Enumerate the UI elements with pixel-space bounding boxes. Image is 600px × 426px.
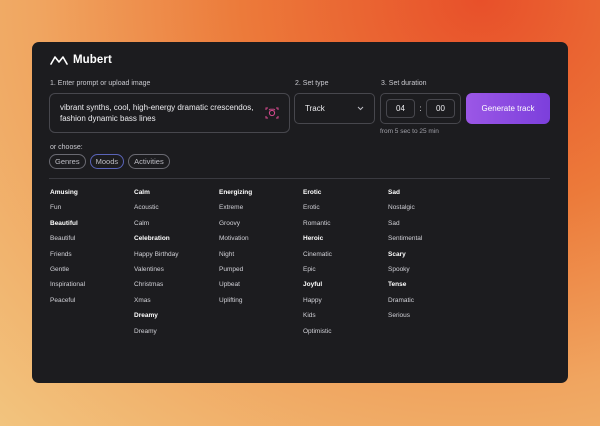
mood-group-heading: Tense xyxy=(388,281,407,289)
generator-panel: Mubert 1. Enter prompt or upload image 2… xyxy=(32,42,568,383)
mood-option[interactable]: Motivation xyxy=(219,234,303,249)
mood-option[interactable]: Uplifting xyxy=(219,296,303,311)
mood-option[interactable]: Friends xyxy=(50,250,134,265)
chip-activities[interactable]: Activities xyxy=(128,154,170,169)
mood-option[interactable]: Romantic xyxy=(303,219,387,234)
mood-option[interactable]: Peaceful xyxy=(50,296,134,311)
camera-icon[interactable] xyxy=(265,107,279,119)
prompt-input[interactable]: vibrant synths, cool, high-energy dramat… xyxy=(49,93,290,133)
mood-group-heading: Calm xyxy=(134,189,150,196)
duration-step-label: 3. Set duration xyxy=(381,80,427,87)
mood-option[interactable]: Xmas xyxy=(134,296,218,311)
mood-group-heading: Heroic xyxy=(303,235,324,243)
category-tabs: Genres Moods Activities xyxy=(49,154,170,169)
mood-option[interactable]: Epic xyxy=(303,265,387,280)
generate-track-button[interactable]: Generate track xyxy=(466,93,550,124)
mood-option[interactable]: Groovy xyxy=(219,219,303,234)
type-select[interactable]: Track xyxy=(294,93,375,124)
brand-name: Mubert xyxy=(73,54,112,66)
mood-option[interactable]: Fun xyxy=(50,203,134,218)
mood-group-heading: Energizing xyxy=(219,189,253,196)
mood-option[interactable]: Valentines xyxy=(134,265,218,280)
chevron-down-icon xyxy=(357,106,364,111)
divider xyxy=(49,178,550,179)
chip-moods[interactable]: Moods xyxy=(89,154,125,169)
mood-option[interactable]: Extreme xyxy=(219,203,303,218)
category-column: Amusing Fun Beautiful Beautiful Friends Gentl… xyxy=(50,188,134,311)
category-column: Calm Acoustic Calm Celebration Happy Birthda… xyxy=(134,188,218,342)
chip-genres[interactable]: Genres xyxy=(49,154,86,169)
mood-group-heading: Celebration xyxy=(134,235,170,243)
mood-option[interactable]: Happy xyxy=(303,296,387,311)
duration-input: 04 : 00 xyxy=(380,93,461,124)
category-column: Sad Nostalgic Sad Sentimental Scary Spooky Ten… xyxy=(388,188,472,327)
mood-option[interactable]: Kids xyxy=(303,311,387,326)
mood-option[interactable]: Calm xyxy=(134,219,218,234)
mood-option[interactable]: Gentle xyxy=(50,265,134,280)
mood-option[interactable]: Night xyxy=(219,250,303,265)
mood-option[interactable]: Sad xyxy=(388,219,472,234)
prompt-step-label: 1. Enter prompt or upload image xyxy=(50,80,151,87)
brand[interactable]: Mubert xyxy=(50,54,112,66)
mood-option[interactable]: Upbeat xyxy=(219,280,303,295)
mubert-logo-icon xyxy=(50,56,68,65)
mood-option[interactable]: Spooky xyxy=(388,265,472,280)
mood-group-heading: Erotic xyxy=(303,189,322,196)
category-column: Energizing Extreme Groovy Motivation Night Pu… xyxy=(219,188,303,311)
category-column: Erotic Erotic Romantic Heroic Cinematic Epic J… xyxy=(303,188,387,342)
mood-option[interactable]: Optimistic xyxy=(303,327,387,342)
mood-option[interactable]: Christmas xyxy=(134,280,218,295)
or-choose-label: or choose: xyxy=(50,144,83,151)
type-value: Track xyxy=(305,104,325,113)
mood-option[interactable]: Inspirational xyxy=(50,280,134,295)
duration-hint: from 5 sec to 25 min xyxy=(380,128,439,135)
mood-group-heading: Sad xyxy=(388,189,400,196)
mood-group-heading: Scary xyxy=(388,250,406,258)
mood-group-heading: Beautiful xyxy=(50,219,78,227)
mood-group-heading: Dreamy xyxy=(134,312,158,320)
type-step-label: 2. Set type xyxy=(295,80,329,87)
mood-option[interactable]: Sentimental xyxy=(388,234,472,249)
mood-group-heading: Joyful xyxy=(303,281,323,289)
mood-option[interactable]: Dramatic xyxy=(388,296,472,311)
mood-group-heading: Amusing xyxy=(50,189,78,196)
mood-option[interactable]: Pumped xyxy=(219,265,303,280)
mood-option[interactable]: Cinematic xyxy=(303,250,387,265)
prompt-text: vibrant synths, cool, high-energy dramat… xyxy=(60,103,254,123)
mood-option[interactable]: Serious xyxy=(388,311,472,326)
mood-option[interactable]: Dreamy xyxy=(134,327,218,342)
mood-option[interactable]: Happy Birthday xyxy=(134,250,218,265)
duration-separator: : xyxy=(419,104,422,113)
seconds-field[interactable]: 00 xyxy=(426,99,455,118)
mood-option[interactable]: Erotic xyxy=(303,203,387,218)
minutes-field[interactable]: 04 xyxy=(386,99,415,118)
mood-option[interactable]: Acoustic xyxy=(134,203,218,218)
mood-option[interactable]: Nostalgic xyxy=(388,203,472,218)
mood-option[interactable]: Beautiful xyxy=(50,234,134,249)
